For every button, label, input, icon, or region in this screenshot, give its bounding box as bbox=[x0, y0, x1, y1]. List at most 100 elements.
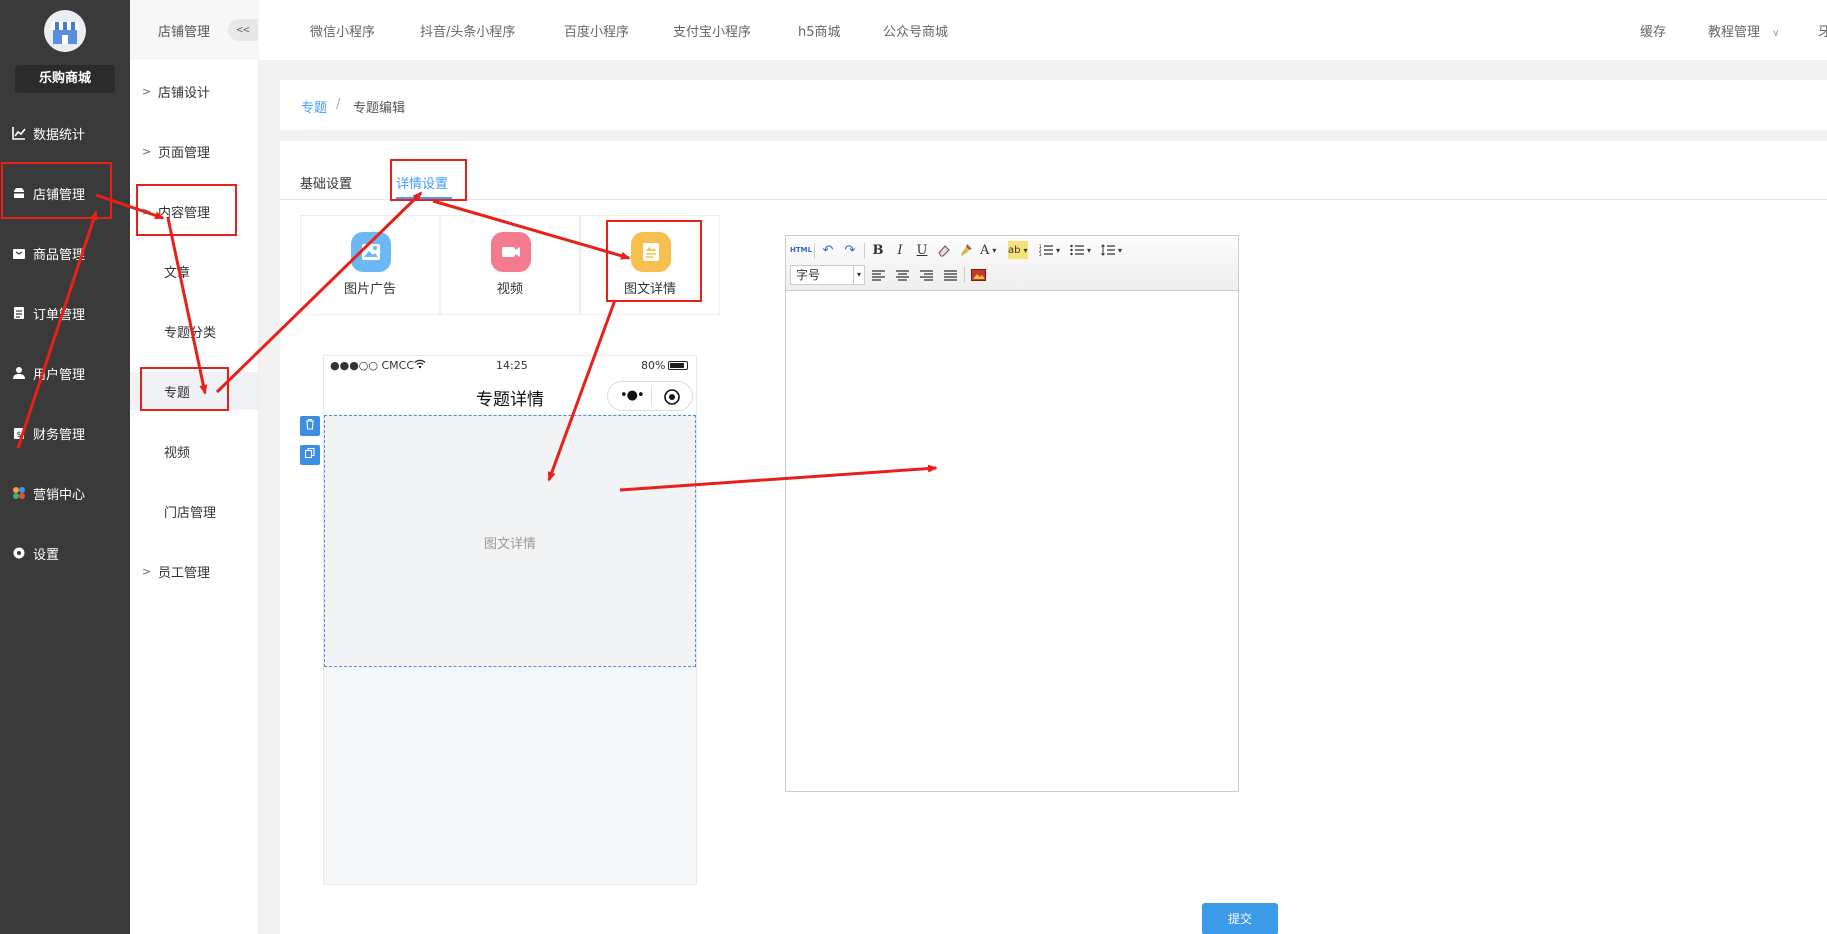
ordered-list-icon[interactable]: 123 ▾ bbox=[1039, 241, 1060, 259]
submenu-item-store-design[interactable]: > 店铺设计 bbox=[130, 72, 258, 110]
bold-icon[interactable]: B bbox=[870, 241, 886, 259]
submenu-item-label: 员工管理 bbox=[158, 565, 211, 581]
unordered-list-icon[interactable]: ▾ bbox=[1070, 241, 1091, 259]
top-tab-h5[interactable]: h5商城 bbox=[798, 21, 841, 40]
trash-icon bbox=[304, 418, 316, 434]
breadcrumb: 专题 / 专题编辑 bbox=[280, 80, 1827, 130]
video-icon bbox=[491, 232, 531, 272]
sidebar-item-label: 订单管理 bbox=[33, 307, 86, 323]
chevron-right-icon: > bbox=[142, 84, 152, 98]
align-left-icon[interactable] bbox=[870, 266, 886, 284]
top-tab-official-account[interactable]: 公众号商城 bbox=[883, 21, 948, 40]
align-center-icon[interactable] bbox=[894, 266, 910, 284]
carrier-text: ●●●○○ CMCC bbox=[330, 359, 415, 372]
brand-name: 乐购商城 bbox=[15, 65, 115, 93]
order-icon bbox=[12, 306, 26, 320]
format-brush-icon[interactable] bbox=[958, 241, 974, 259]
tutorial-menu[interactable]: 教程管理 ∨ bbox=[1708, 21, 1779, 40]
submenu-item-videos[interactable]: 视频 bbox=[130, 432, 258, 470]
collapse-button[interactable]: << bbox=[228, 19, 258, 41]
sidebar-item-finance[interactable]: $ 财务管理 bbox=[0, 413, 130, 453]
user-icon bbox=[12, 366, 26, 380]
submenu: 店铺管理 << > 店铺设计 > 页面管理 > 内容管理 文章 专题分类 专题 视频 … bbox=[130, 0, 259, 934]
chevron-down-icon: ∨ bbox=[1772, 28, 1780, 39]
tab-basic-settings[interactable]: 基础设置 bbox=[300, 173, 352, 192]
sidebar-item-settings[interactable]: 设置 bbox=[0, 533, 130, 573]
submenu-item-label: 视频 bbox=[164, 445, 191, 461]
phone-nav-bar: 专题详情 •●• bbox=[324, 376, 696, 414]
sidebar-item-users[interactable]: 用户管理 bbox=[0, 353, 130, 393]
top-tab-douyin[interactable]: 抖音/头条小程序 bbox=[420, 21, 515, 40]
image-ad-icon bbox=[351, 232, 391, 272]
font-size-label: 字号 bbox=[796, 268, 821, 282]
html-source-button[interactable]: HTML bbox=[790, 241, 812, 259]
submenu-item-topics[interactable]: 专题 bbox=[130, 372, 258, 410]
chart-icon bbox=[12, 126, 26, 140]
submenu-item-label: 内容管理 bbox=[158, 205, 211, 221]
component-rich-text[interactable]: 图文详情 bbox=[580, 215, 720, 315]
chevron-down-icon: > bbox=[142, 204, 152, 218]
redo-icon[interactable]: ↷ bbox=[842, 241, 858, 259]
submenu-item-label: 专题 bbox=[164, 385, 191, 401]
breadcrumb-parent[interactable]: 专题 bbox=[301, 97, 327, 116]
rich-text-icon bbox=[631, 232, 671, 272]
component-image-ad[interactable]: 图片广告 bbox=[300, 215, 440, 315]
cache-button[interactable]: 缓存 bbox=[1640, 21, 1666, 40]
component-label: 图文详情 bbox=[623, 282, 676, 297]
image-icon[interactable] bbox=[970, 266, 986, 284]
submenu-title: 店铺管理 bbox=[158, 25, 211, 40]
submenu-item-staff[interactable]: > 员工管理 bbox=[130, 552, 258, 590]
mini-program-capsule[interactable]: •●• bbox=[607, 381, 693, 411]
copy-block-button[interactable] bbox=[300, 445, 320, 465]
sidebar-item-goods[interactable]: 商品管理 bbox=[0, 233, 130, 273]
submenu-item-label: 页面管理 bbox=[158, 145, 211, 161]
sidebar-item-label: 店铺管理 bbox=[33, 187, 86, 203]
rich-text-block-label: 图文详情 bbox=[483, 537, 536, 552]
submenu-header: 店铺管理 << bbox=[130, 0, 259, 60]
top-tab-wechat[interactable]: 微信小程序 bbox=[310, 21, 375, 40]
sidebar-item-label: 设置 bbox=[33, 547, 60, 563]
font-size-select[interactable]: 字号 ▾ bbox=[790, 265, 865, 285]
close-miniapp-icon[interactable] bbox=[663, 388, 681, 410]
font-color-icon[interactable]: A ▾ bbox=[980, 241, 996, 259]
sidebar-item-store[interactable]: 店铺管理 bbox=[0, 173, 130, 213]
sidebar-item-label: 财务管理 bbox=[33, 427, 86, 443]
phone-preview: ●●●○○ CMCC 14:25 80% 专题详情 •●• 图文详情 bbox=[323, 355, 697, 885]
settings-icon bbox=[12, 546, 26, 560]
svg-text:3: 3 bbox=[1039, 252, 1042, 256]
tutorial-menu-label: 教程管理 bbox=[1708, 25, 1761, 40]
component-label: 图片广告 bbox=[343, 282, 396, 297]
submenu-item-stores[interactable]: 门店管理 bbox=[130, 492, 258, 530]
align-right-icon[interactable] bbox=[918, 266, 934, 284]
top-right-cut-text[interactable]: 牙 bbox=[1818, 21, 1827, 40]
component-label: 视频 bbox=[496, 282, 523, 297]
delete-block-button[interactable] bbox=[300, 416, 320, 436]
component-video[interactable]: 视频 bbox=[440, 215, 580, 315]
submenu-item-topic-category[interactable]: 专题分类 bbox=[130, 312, 258, 350]
submenu-item-articles[interactable]: 文章 bbox=[130, 252, 258, 290]
rich-text-block[interactable]: 图文详情 bbox=[324, 415, 696, 667]
sidebar-item-label: 营销中心 bbox=[33, 487, 86, 503]
underline-icon[interactable]: U bbox=[914, 241, 930, 259]
italic-icon[interactable]: I bbox=[892, 241, 908, 259]
finance-icon: $ bbox=[12, 426, 26, 440]
line-height-icon[interactable]: ▾ bbox=[1101, 241, 1122, 259]
sidebar-item-stats[interactable]: 数据统计 bbox=[0, 113, 130, 153]
eraser-icon[interactable] bbox=[936, 241, 952, 259]
sidebar-item-orders[interactable]: 订单管理 bbox=[0, 293, 130, 333]
sidebar-item-marketing[interactable]: 营销中心 bbox=[0, 473, 130, 513]
top-tab-baidu[interactable]: 百度小程序 bbox=[564, 21, 629, 40]
more-icon[interactable]: •●• bbox=[620, 388, 645, 403]
toolbar-separator bbox=[864, 243, 865, 259]
highlight-icon[interactable]: ab ▾ bbox=[1008, 241, 1028, 259]
submenu-item-content[interactable]: > 内容管理 bbox=[130, 192, 258, 230]
undo-icon[interactable]: ↶ bbox=[820, 241, 836, 259]
battery-text: 80% bbox=[641, 359, 666, 372]
goods-icon bbox=[12, 246, 26, 260]
submenu-item-label: 店铺设计 bbox=[158, 85, 211, 101]
submenu-item-pages[interactable]: > 页面管理 bbox=[130, 132, 258, 170]
submit-button[interactable]: 提交 bbox=[1202, 903, 1278, 934]
top-tab-alipay[interactable]: 支付宝小程序 bbox=[673, 21, 751, 40]
justify-icon[interactable] bbox=[942, 266, 958, 284]
tab-detail-settings[interactable]: 详情设置 bbox=[396, 173, 448, 192]
